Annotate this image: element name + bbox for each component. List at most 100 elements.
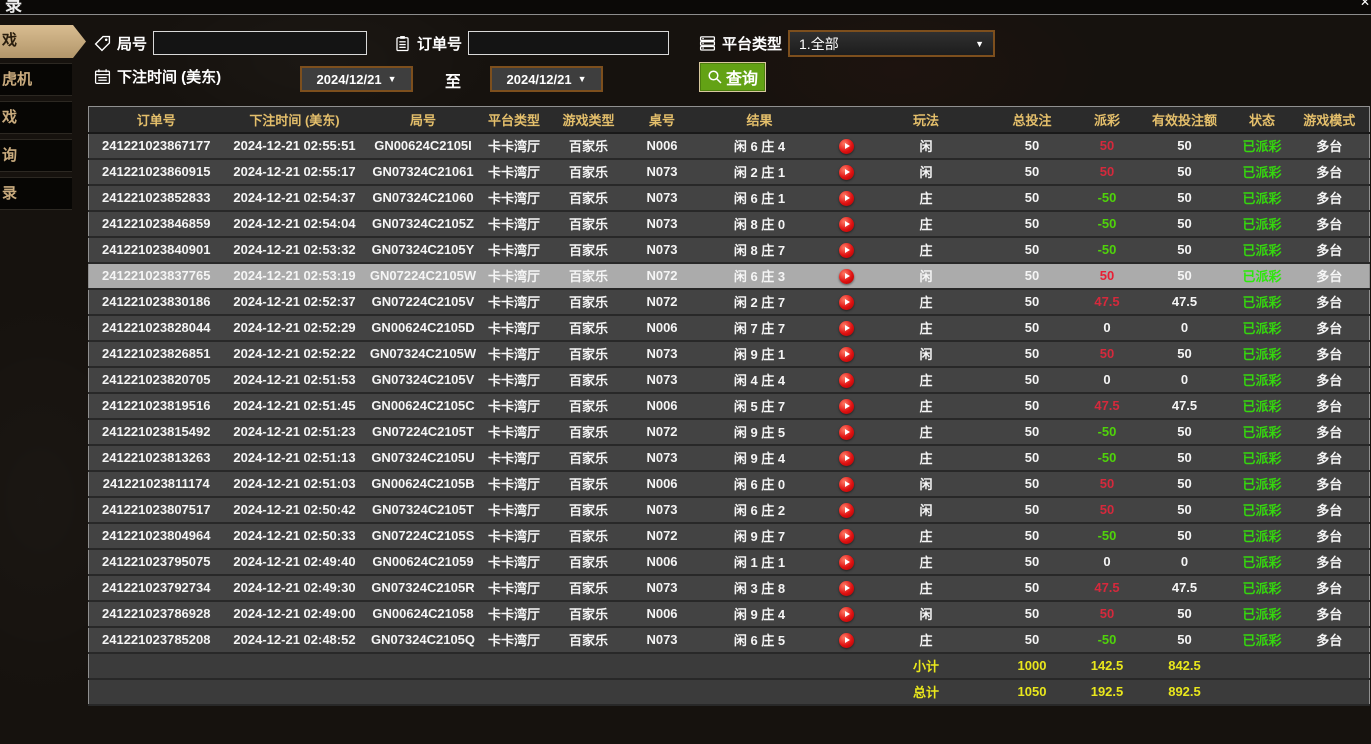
table-row[interactable]: 2412210238671772024-12-21 02:55:51GN0062… <box>89 133 1370 159</box>
mode-cell: 多台 <box>1290 159 1370 185</box>
table-row[interactable]: 2412210238609152024-12-21 02:55:17GN0732… <box>89 159 1370 185</box>
table-row[interactable]: 2412210237950752024-12-21 02:49:40GN0062… <box>89 549 1370 575</box>
mode-cell: 多台 <box>1290 133 1370 159</box>
total-bet-cell: 50 <box>985 237 1080 263</box>
status-cell: 已派彩 <box>1235 549 1290 575</box>
play-icon[interactable] <box>839 581 854 596</box>
play-type-cell: 庄 <box>868 289 985 315</box>
round-id-cell: GN00624C2105D <box>366 315 481 341</box>
total-bet-cell: 50 <box>985 627 1080 653</box>
sidebar-tab-games[interactable]: 戏 <box>0 101 72 134</box>
table-row[interactable]: 2412210238280442024-12-21 02:52:29GN0062… <box>89 315 1370 341</box>
search-button[interactable]: 查询 <box>699 62 766 92</box>
sidebar-tab-slots[interactable]: 虎机 <box>0 63 72 96</box>
table-no-cell: N073 <box>630 575 695 601</box>
game-type-cell: 百家乐 <box>548 133 630 159</box>
game-type-cell: 百家乐 <box>548 575 630 601</box>
platform-cell: 卡卡湾厅 <box>481 211 548 237</box>
table-row[interactable]: 2412210238468592024-12-21 02:54:04GN0732… <box>89 211 1370 237</box>
result-cell: 闲 9 庄 4 <box>695 601 825 627</box>
play-icon[interactable] <box>839 165 854 180</box>
play-icon[interactable] <box>839 347 854 362</box>
table-row[interactable]: 2412210237927342024-12-21 02:49:30GN0732… <box>89 575 1370 601</box>
play-icon[interactable] <box>839 529 854 544</box>
payout-cell: -50 <box>1080 211 1135 237</box>
status-cell: 已派彩 <box>1235 367 1290 393</box>
mode-cell: 多台 <box>1290 419 1370 445</box>
sidebar-tab-live-games[interactable]: 戏 <box>0 25 86 58</box>
platform-type-select[interactable]: 1.全部 ▼ <box>788 30 995 57</box>
grand-total-row: 总计 1050 192.5 892.5 <box>89 679 1370 705</box>
payout-cell: 0 <box>1080 549 1135 575</box>
grand-total-valid-bet: 892.5 <box>1135 679 1235 705</box>
table-row[interactable]: 2412210238409012024-12-21 02:53:32GN0732… <box>89 237 1370 263</box>
table-row[interactable]: 2412210237869282024-12-21 02:49:00GN0062… <box>89 601 1370 627</box>
play-icon[interactable] <box>839 607 854 622</box>
table-row[interactable]: 2412210238154922024-12-21 02:51:23GN0722… <box>89 419 1370 445</box>
table-no-cell: N073 <box>630 497 695 523</box>
play-icon[interactable] <box>839 373 854 388</box>
play-icon[interactable] <box>839 425 854 440</box>
game-type-cell: 百家乐 <box>548 315 630 341</box>
search-button-label: 查询 <box>726 65 758 89</box>
total-bet-cell: 50 <box>985 549 1080 575</box>
round-id-cell: GN07324C2105W <box>366 341 481 367</box>
game-type-cell: 百家乐 <box>548 549 630 575</box>
order-id-cell: 241221023813263 <box>89 445 224 471</box>
payout-cell: 47.5 <box>1080 289 1135 315</box>
sidebar-tab-records[interactable]: 录 <box>0 177 72 210</box>
table-row[interactable]: 2412210238301862024-12-21 02:52:37GN0722… <box>89 289 1370 315</box>
total-bet-cell: 50 <box>985 393 1080 419</box>
play-icon[interactable] <box>839 451 854 466</box>
play-type-cell: 闲 <box>868 159 985 185</box>
status-cell: 已派彩 <box>1235 393 1290 419</box>
play-icon[interactable] <box>839 477 854 492</box>
video-cell <box>825 471 868 497</box>
platform-cell: 卡卡湾厅 <box>481 341 548 367</box>
play-icon[interactable] <box>839 295 854 310</box>
play-icon[interactable] <box>839 191 854 206</box>
order-id-cell: 241221023792734 <box>89 575 224 601</box>
video-cell <box>825 341 868 367</box>
date-to-picker[interactable]: 2024/12/21 ▼ <box>490 66 603 92</box>
payout-cell: 50 <box>1080 497 1135 523</box>
game-type-cell: 百家乐 <box>548 471 630 497</box>
play-icon[interactable] <box>839 555 854 570</box>
play-icon[interactable] <box>839 243 854 258</box>
play-icon[interactable] <box>839 269 854 284</box>
play-icon[interactable] <box>839 139 854 154</box>
close-icon[interactable]: ✕ <box>1360 0 1370 9</box>
table-row[interactable]: 2412210238111742024-12-21 02:51:03GN0062… <box>89 471 1370 497</box>
table-row[interactable]: 2412210238049642024-12-21 02:50:33GN0722… <box>89 523 1370 549</box>
table-row[interactable]: 2412210238132632024-12-21 02:51:13GN0732… <box>89 445 1370 471</box>
date-from-picker[interactable]: 2024/12/21 ▼ <box>300 66 413 92</box>
table-row[interactable]: 2412210238268512024-12-21 02:52:22GN0732… <box>89 341 1370 367</box>
window-titlebar: 录 ✕ <box>0 0 1371 15</box>
table-row[interactable]: 2412210238528332024-12-21 02:54:37GN0732… <box>89 185 1370 211</box>
play-icon[interactable] <box>839 321 854 336</box>
sidebar-tab-query[interactable]: 询 <box>0 139 72 172</box>
game-type-cell: 百家乐 <box>548 341 630 367</box>
table-row[interactable]: 2412210238075172024-12-21 02:50:42GN0732… <box>89 497 1370 523</box>
table-row[interactable]: 2412210238377652024-12-21 02:53:19GN0722… <box>89 263 1370 289</box>
result-cell: 闲 4 庄 4 <box>695 367 825 393</box>
result-cell: 闲 6 庄 0 <box>695 471 825 497</box>
valid-bet-cell: 0 <box>1135 315 1235 341</box>
order-number-input[interactable] <box>468 31 669 55</box>
round-number-input[interactable] <box>153 31 367 55</box>
order-id-cell: 241221023785208 <box>89 627 224 653</box>
play-icon[interactable] <box>839 503 854 518</box>
video-cell <box>825 575 868 601</box>
result-cell: 闲 9 庄 4 <box>695 445 825 471</box>
table-row[interactable]: 2412210238207052024-12-21 02:51:53GN0732… <box>89 367 1370 393</box>
status-cell: 已派彩 <box>1235 445 1290 471</box>
play-icon[interactable] <box>839 217 854 232</box>
play-type-cell: 庄 <box>868 549 985 575</box>
play-icon[interactable] <box>839 633 854 648</box>
play-icon[interactable] <box>839 399 854 414</box>
total-bet-cell: 50 <box>985 315 1080 341</box>
result-cell: 闲 5 庄 7 <box>695 393 825 419</box>
valid-bet-cell: 50 <box>1135 627 1235 653</box>
table-row[interactable]: 2412210238195162024-12-21 02:51:45GN0062… <box>89 393 1370 419</box>
table-row[interactable]: 2412210237852082024-12-21 02:48:52GN0732… <box>89 627 1370 653</box>
